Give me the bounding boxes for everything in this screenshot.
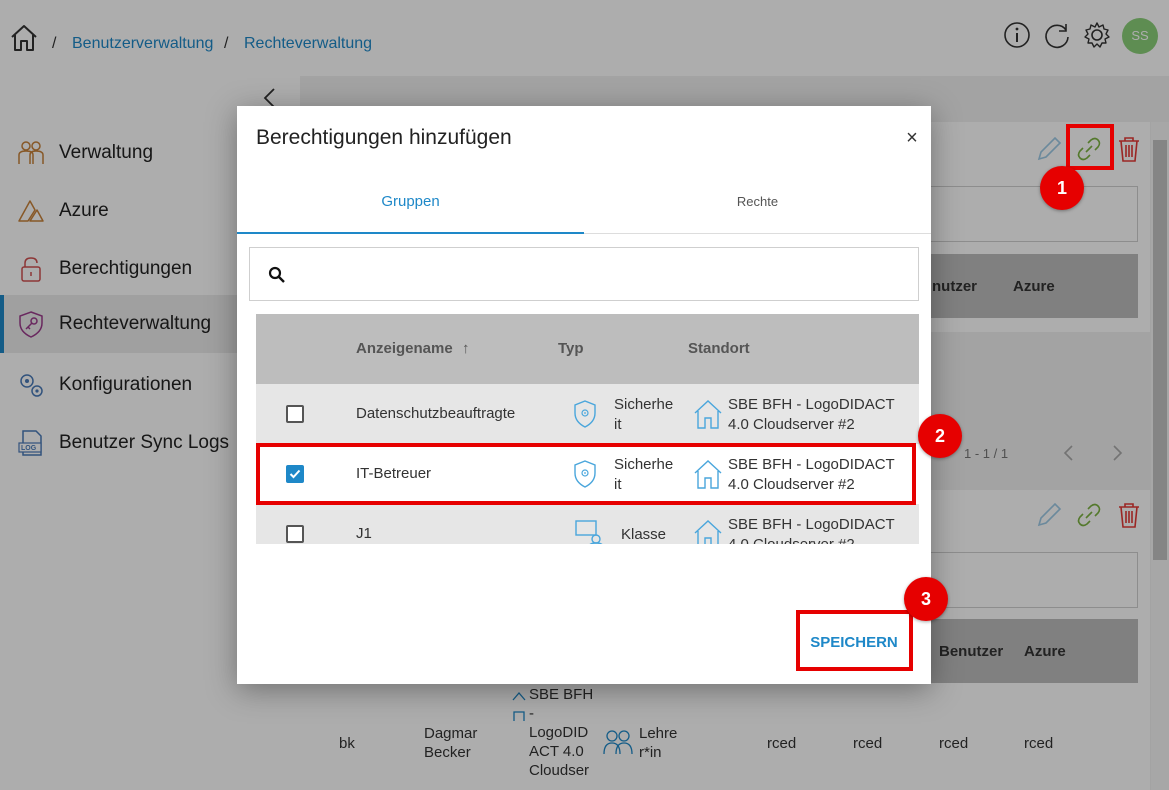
annotation-badge-2: 2	[918, 414, 962, 458]
row-checkbox[interactable]	[286, 525, 304, 543]
dialog-tabs: Gruppen Rechte	[237, 170, 931, 234]
column-typ[interactable]: Typ	[558, 340, 584, 357]
annotation-badge-3: 3	[904, 577, 948, 621]
row-name: J1	[356, 525, 372, 542]
row-location: SBE BFH - LogoDIDACT 4.0 Cloudserver #2	[728, 396, 895, 433]
row-location: SBE BFH - LogoDIDACT 4.0 Cloudserver #2	[728, 516, 895, 544]
annotation-badge-1: 1	[1040, 166, 1084, 210]
table-header: Anzeigename ↑ Typ Standort	[256, 314, 919, 384]
search-icon	[268, 266, 285, 283]
sort-asc-icon[interactable]: ↑	[462, 340, 470, 357]
dialog-title: Berechtigungen hinzufügen	[256, 126, 512, 149]
location-icon	[694, 520, 722, 544]
add-permissions-dialog: Berechtigungen hinzufügen × Gruppen Rech…	[237, 106, 931, 684]
search-input[interactable]	[249, 247, 919, 301]
row-checkbox[interactable]	[286, 405, 304, 423]
table-row[interactable]: J1 Klasse SBE BFH - LogoDIDACT 4.0 Cloud…	[256, 504, 919, 544]
annotation-highlight-link	[1066, 124, 1114, 170]
close-icon[interactable]: ×	[902, 128, 922, 148]
groups-table: Anzeigename ↑ Typ Standort Datenschutzbe…	[256, 314, 919, 544]
table-row[interactable]: Datenschutzbeauftragte Sicherhe it SBE B…	[256, 384, 919, 444]
row-name: Datenschutzbeauftragte	[356, 405, 516, 422]
tab-rechte[interactable]: Rechte	[584, 170, 931, 234]
column-standort[interactable]: Standort	[688, 340, 750, 357]
column-anzeigename[interactable]: Anzeigename	[356, 340, 453, 357]
annotation-highlight-save	[796, 610, 913, 671]
class-icon	[575, 520, 603, 544]
shield-icon	[574, 400, 596, 428]
tab-gruppen[interactable]: Gruppen	[237, 170, 584, 234]
location-icon	[694, 400, 722, 429]
annotation-highlight-row	[256, 443, 916, 505]
row-type: Sicherhe it	[614, 396, 674, 433]
row-type: Klasse	[621, 526, 667, 543]
